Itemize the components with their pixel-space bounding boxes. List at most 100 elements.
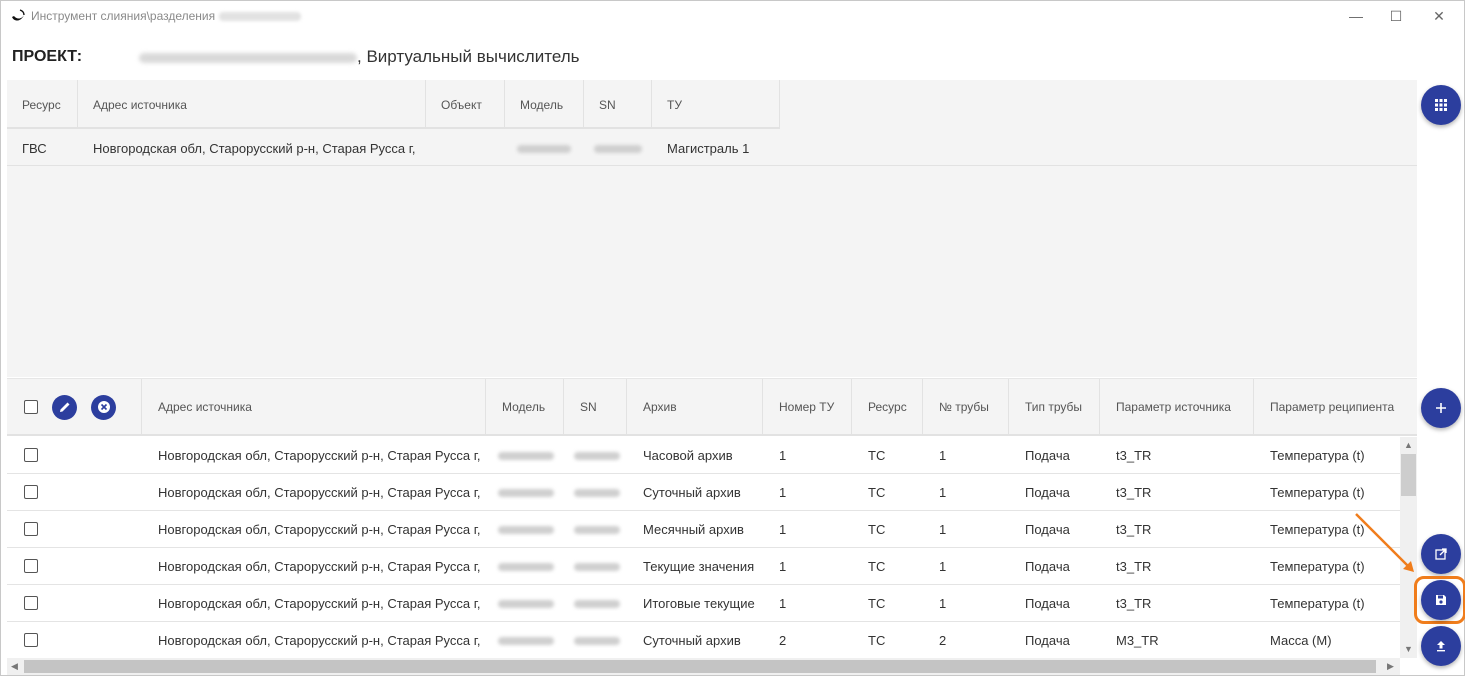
- upload-button[interactable]: [1421, 626, 1461, 666]
- scroll-right-arrow-icon[interactable]: ▶: [1387, 661, 1394, 672]
- col-sn[interactable]: SN: [584, 80, 652, 129]
- cell-recipient-param: Температура (t): [1270, 447, 1365, 463]
- table-row[interactable]: Новгородская обл, Старорусский р-н, Стар…: [7, 437, 1400, 474]
- cell-source-param: t3_TR: [1116, 484, 1152, 500]
- cell-sn-redacted: [564, 559, 627, 574]
- cell-pipe-number: 1: [939, 447, 947, 463]
- upload-icon: [1437, 641, 1445, 652]
- cell-resource: ТС: [868, 447, 886, 463]
- cell-tu-number: 1: [779, 484, 787, 500]
- row-checkbox[interactable]: [24, 485, 38, 499]
- cell-tu-number: 1: [779, 447, 787, 463]
- scroll-left-arrow-icon[interactable]: ◀: [11, 661, 18, 672]
- mapping-table-body: Новгородская обл, Старорусский р-н, Стар…: [7, 437, 1400, 657]
- cell-recipient-param: Температура (t): [1270, 484, 1365, 500]
- cell-pipe-type: Подача: [1025, 484, 1070, 500]
- col-pipe-number[interactable]: № трубы: [923, 379, 1009, 435]
- window-title: Инструмент слияния\разделения: [31, 9, 216, 23]
- scroll-up-arrow-icon[interactable]: ▲: [1404, 440, 1413, 450]
- open-external-button[interactable]: [1421, 534, 1461, 574]
- cell-pipe-number: 1: [939, 521, 947, 537]
- cell-sn-redacted: [584, 141, 652, 156]
- grid-menu-button[interactable]: [1421, 85, 1461, 125]
- cell-pipe-number: 1: [939, 484, 947, 500]
- cell-resource: ТС: [868, 484, 886, 500]
- redacted-title-suffix: [219, 12, 301, 21]
- cell-resource: ГВС: [22, 140, 47, 156]
- annotation-arrow-icon: [1355, 513, 1414, 572]
- app-logo-icon: [12, 9, 25, 21]
- edit-button[interactable]: [52, 394, 77, 420]
- project-label: ПРОЕКТ:: [12, 48, 83, 65]
- cell-source-param: t3_TR: [1116, 521, 1152, 537]
- add-row-button[interactable]: [1421, 388, 1461, 428]
- row-checkbox[interactable]: [24, 448, 38, 462]
- cell-sn-redacted: [564, 448, 627, 463]
- cell-sn-redacted: [564, 633, 627, 648]
- cell-tu-number: 1: [779, 521, 787, 537]
- cell-archive: Текущие значения: [643, 558, 755, 574]
- table-row[interactable]: Новгородская обл, Старорусский р-н, Стар…: [7, 511, 1400, 548]
- cell-tu-number: 2: [779, 632, 787, 648]
- col-model[interactable]: Модель: [505, 80, 584, 129]
- plus-icon: [1436, 403, 1446, 413]
- cell-source-param: t3_TR: [1116, 447, 1152, 463]
- col-recipient-param[interactable]: Параметр реципиента: [1254, 379, 1417, 435]
- cell-model-redacted: [486, 485, 564, 500]
- col-archive[interactable]: Архив: [627, 379, 763, 435]
- col-tu[interactable]: ТУ: [652, 80, 780, 129]
- col-resource[interactable]: Ресурс: [852, 379, 923, 435]
- cell-sn-redacted: [564, 522, 627, 537]
- cell-pipe-type: Подача: [1025, 521, 1070, 537]
- close-window-button[interactable]: ✕: [1419, 1, 1459, 31]
- row-checkbox[interactable]: [24, 633, 38, 647]
- select-all-checkbox[interactable]: [24, 400, 38, 414]
- minimize-button[interactable]: —: [1336, 1, 1376, 31]
- grid-icon: [1435, 99, 1447, 111]
- horizontal-scroll-thumb[interactable]: [24, 660, 1376, 673]
- table-row[interactable]: Новгородская обл, Старорусский р-н, Стар…: [7, 474, 1400, 511]
- row-checkbox[interactable]: [24, 522, 38, 536]
- col-resource[interactable]: Ресурс: [7, 80, 78, 129]
- col-object[interactable]: Объект: [426, 80, 505, 129]
- remove-button[interactable]: [91, 394, 116, 420]
- cell-address: Новгородская обл, Старорусский р-н, Стар…: [93, 140, 416, 156]
- save-icon: [1436, 595, 1446, 605]
- table-row[interactable]: ГВС Новгородская обл, Старорусский р-н, …: [7, 131, 1417, 166]
- cell-address: Новгородская обл, Старорусский р-н, Стар…: [158, 558, 481, 574]
- cell-sn-redacted: [564, 596, 627, 611]
- row-checkbox-cell: [7, 485, 142, 499]
- col-source-param[interactable]: Параметр источника: [1100, 379, 1254, 435]
- col-tu-number[interactable]: Номер ТУ: [763, 379, 852, 435]
- cell-pipe-type: Подача: [1025, 447, 1070, 463]
- main-window: Инструмент слияния\разделения — ☐ ✕ ПРОЕ…: [0, 0, 1465, 676]
- pencil-icon: [59, 402, 69, 412]
- horizontal-scrollbar[interactable]: ◀ ▶: [7, 658, 1400, 675]
- cell-source-param: t3_TR: [1116, 595, 1152, 611]
- redacted-project-id: [139, 53, 357, 63]
- mapping-table-header: Адрес источника Модель SN Архив Номер ТУ…: [7, 378, 1417, 436]
- cell-tu-number: 1: [779, 595, 787, 611]
- cell-pipe-number: 2: [939, 632, 947, 648]
- save-button[interactable]: [1421, 580, 1461, 620]
- cell-tu: Магистраль 1: [667, 140, 750, 156]
- table-row[interactable]: Новгородская обл, Старорусский р-н, Стар…: [7, 548, 1400, 585]
- row-checkbox-cell: [7, 559, 142, 573]
- table-row[interactable]: Новгородская обл, Старорусский р-н, Стар…: [7, 622, 1400, 657]
- col-sn[interactable]: SN: [564, 379, 627, 435]
- cell-model-redacted: [486, 522, 564, 537]
- cell-address: Новгородская обл, Старорусский р-н, Стар…: [158, 632, 481, 648]
- cell-address: Новгородская обл, Старорусский р-н, Стар…: [158, 595, 481, 611]
- col-model[interactable]: Модель: [486, 379, 564, 435]
- cell-pipe-number: 1: [939, 558, 947, 574]
- col-source-address[interactable]: Адрес источника: [142, 379, 486, 435]
- row-checkbox[interactable]: [24, 559, 38, 573]
- row-checkbox[interactable]: [24, 596, 38, 610]
- col-source-address[interactable]: Адрес источника: [78, 80, 426, 129]
- scroll-down-arrow-icon[interactable]: ▼: [1404, 644, 1413, 654]
- maximize-button[interactable]: ☐: [1376, 1, 1416, 31]
- table-row[interactable]: Новгородская обл, Старорусский р-н, Стар…: [7, 585, 1400, 622]
- vertical-scroll-thumb[interactable]: [1401, 454, 1416, 496]
- col-pipe-type[interactable]: Тип трубы: [1009, 379, 1100, 435]
- cell-source-param: t3_TR: [1116, 558, 1152, 574]
